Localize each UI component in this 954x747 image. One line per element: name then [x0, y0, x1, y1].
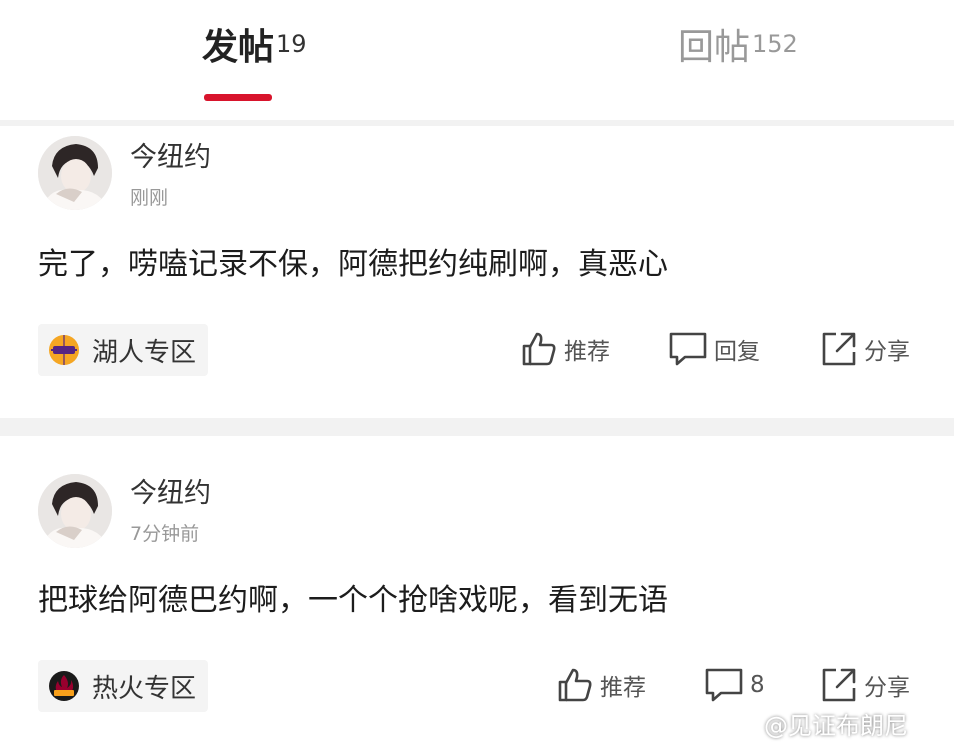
avatar[interactable]	[38, 474, 112, 548]
watermark: @见证布朗尼	[764, 712, 908, 740]
post-time: 7分钟前	[130, 523, 200, 545]
like-label: 推荐	[564, 339, 610, 365]
post-content[interactable]: 把球给阿德巴约啊，一个个抢啥戏呢，看到无语	[38, 581, 668, 621]
active-tab-indicator	[204, 94, 272, 101]
post-card[interactable]: 今纽约 刚刚 完了，唠嗑记录不保，阿德把约纯刷啊，真恶心 湖人专区 推荐 回复 …	[0, 126, 954, 418]
post-time: 刚刚	[130, 187, 169, 209]
lakers-logo-icon	[49, 335, 79, 365]
share-icon	[822, 668, 856, 702]
tab-replies-label: 回帖	[678, 27, 751, 68]
avatar[interactable]	[38, 136, 112, 210]
post-content[interactable]: 完了，唠嗑记录不保，阿德把约纯刷啊，真恶心	[38, 245, 668, 285]
share-icon	[822, 332, 856, 366]
share-label: 分享	[864, 339, 910, 365]
tab-posts-count: 19	[276, 30, 307, 58]
share-button[interactable]: 分享	[820, 330, 910, 368]
thumbs-up-icon	[558, 668, 592, 702]
tab-replies-count: 152	[752, 30, 798, 58]
thumbs-up-icon	[522, 332, 556, 366]
post-card[interactable]: 今纽约 7分钟前 把球给阿德巴约啊，一个个抢啥戏呢，看到无语 热火专区 推荐 8…	[0, 436, 954, 747]
username[interactable]: 今纽约	[130, 478, 211, 510]
reply-count: 8	[750, 672, 765, 698]
heat-logo-icon	[49, 671, 79, 701]
comment-icon	[669, 332, 707, 366]
tab-posts[interactable]: 发帖19	[202, 26, 307, 70]
share-button[interactable]: 分享	[820, 666, 910, 704]
reply-button[interactable]: 8	[704, 666, 765, 704]
forum-tag[interactable]: 热火专区	[38, 660, 209, 712]
tab-posts-label: 发帖	[202, 27, 275, 68]
forum-tag[interactable]: 湖人专区	[38, 324, 209, 376]
forum-name: 湖人专区	[92, 337, 197, 368]
comment-icon	[705, 668, 743, 702]
forum-name: 热火专区	[92, 673, 197, 704]
reply-button[interactable]: 回复	[668, 330, 760, 368]
like-button[interactable]: 推荐	[556, 666, 646, 704]
like-label: 推荐	[600, 675, 646, 701]
tab-bar: 发帖19 回帖152	[0, 0, 954, 120]
share-label: 分享	[864, 675, 910, 701]
like-button[interactable]: 推荐	[520, 330, 610, 368]
reply-label: 回复	[714, 339, 760, 365]
tab-replies[interactable]: 回帖152	[678, 26, 798, 70]
username[interactable]: 今纽约	[130, 142, 211, 174]
post-divider	[0, 418, 954, 436]
